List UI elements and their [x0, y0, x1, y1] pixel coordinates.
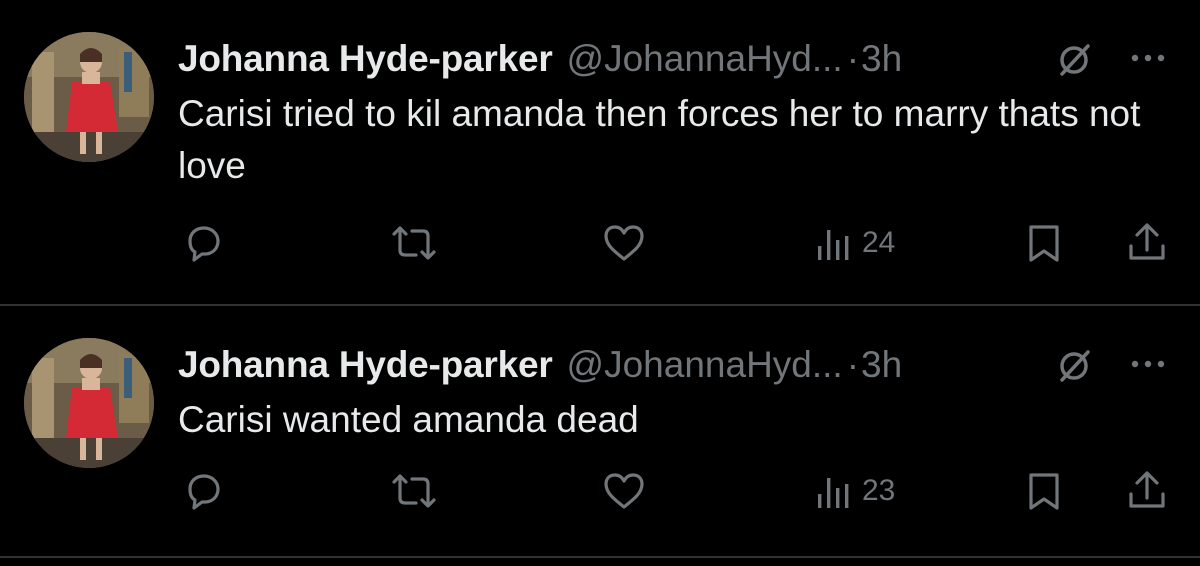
reply-icon	[188, 474, 220, 510]
reply-button[interactable]	[180, 218, 226, 268]
bookmark-icon	[1029, 225, 1059, 262]
views-count: 23	[862, 474, 896, 507]
timestamp[interactable]: 3h	[861, 38, 902, 80]
user-handle[interactable]: @JohannaHyd...	[567, 344, 843, 386]
like-button[interactable]	[600, 218, 648, 268]
reply-button[interactable]	[180, 466, 226, 516]
views-icon	[818, 478, 849, 508]
views-icon	[818, 230, 849, 260]
tweet-divider	[0, 556, 1200, 558]
share-icon	[1129, 223, 1165, 260]
share-icon	[1129, 471, 1165, 508]
separator-dot: ·	[846, 38, 860, 79]
views-button[interactable]: 24	[816, 218, 895, 268]
action-bar: 24	[0, 218, 1200, 268]
more-icon[interactable]	[1126, 38, 1170, 78]
timestamp[interactable]: 3h	[861, 344, 902, 386]
separator-dot: ·	[846, 344, 860, 385]
repost-icon	[392, 226, 436, 260]
views-count: 24	[862, 226, 896, 259]
repost-button[interactable]	[388, 218, 440, 268]
avatar[interactable]	[24, 32, 154, 162]
tweet-text: Carisi tried to kil amanda then forces h…	[178, 93, 1141, 186]
views-button[interactable]: 23	[816, 466, 895, 516]
share-button[interactable]	[1124, 466, 1170, 516]
tweet[interactable]: Johanna Hyde-parker @JohannaHyd... · 3h …	[0, 306, 1200, 556]
repost-icon	[392, 474, 436, 508]
grok-icon[interactable]	[1054, 40, 1094, 80]
user-handle[interactable]: @JohannaHyd...	[567, 38, 843, 80]
bookmark-icon	[1029, 473, 1059, 510]
tweet[interactable]: Johanna Hyde-parker @JohannaHyd... · 3h …	[0, 0, 1200, 304]
repost-button[interactable]	[388, 466, 440, 516]
action-bar: 23	[0, 466, 1200, 516]
display-name[interactable]: Johanna Hyde-parker	[178, 344, 553, 386]
like-button[interactable]	[600, 466, 648, 516]
bookmark-button[interactable]	[1024, 466, 1064, 516]
like-icon	[604, 225, 644, 261]
tweet-text: Carisi wanted amanda dead	[178, 399, 639, 440]
tweet-header: Johanna Hyde-parker @JohannaHyd... · 3h	[178, 34, 1178, 84]
display-name[interactable]: Johanna Hyde-parker	[178, 38, 553, 80]
bookmark-button[interactable]	[1024, 218, 1064, 268]
more-icon[interactable]	[1126, 344, 1170, 384]
avatar[interactable]	[24, 338, 154, 468]
grok-icon[interactable]	[1054, 346, 1094, 386]
share-button[interactable]	[1124, 218, 1170, 268]
like-icon	[604, 473, 644, 509]
tweet-header: Johanna Hyde-parker @JohannaHyd... · 3h	[178, 340, 1178, 390]
reply-icon	[188, 226, 220, 262]
